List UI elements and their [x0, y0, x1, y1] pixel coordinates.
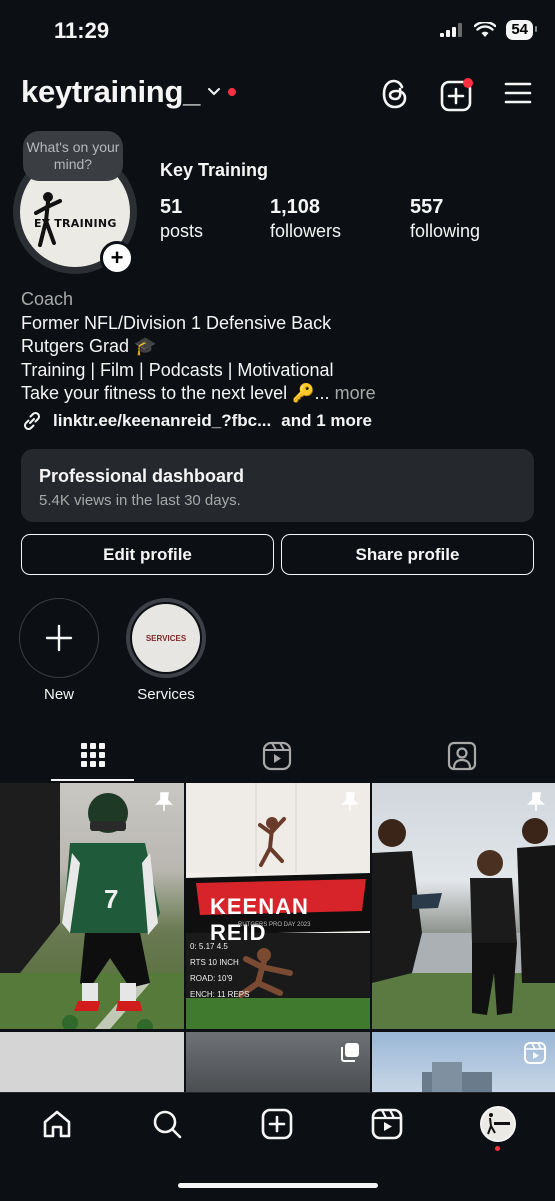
avatar-logo-text: EY TRAINING [34, 217, 117, 230]
followers-label: followers [270, 221, 342, 241]
post-thumbnail[interactable]: 0: 5.17 4.5 RTS 10 INCH ROAD: 10'9 ENCH:… [186, 783, 370, 1029]
threads-icon[interactable] [380, 78, 410, 110]
reels-nav-icon[interactable] [371, 1108, 403, 1140]
posts-count: 51 [160, 196, 183, 218]
reels-icon [524, 1042, 546, 1064]
create-post-button[interactable] [440, 78, 474, 112]
plus-icon [45, 624, 73, 652]
username: keytraining_ [21, 74, 201, 109]
profile-tabs [0, 738, 555, 782]
pin-icon [527, 792, 545, 811]
username-switcher[interactable]: keytraining_ [21, 74, 237, 110]
avatar-image [487, 1113, 510, 1135]
professional-dashboard[interactable]: Professional dashboard 5.4K views in the… [21, 449, 534, 522]
tagged-icon[interactable] [447, 741, 477, 771]
post-image: 7 [0, 783, 184, 1029]
dashboard-title: Professional dashboard [39, 466, 245, 486]
bio-line: Training | Film | Podcasts | Motivationa… [21, 359, 334, 380]
highlight-new[interactable]: New [17, 598, 101, 703]
reels-icon[interactable] [262, 741, 292, 771]
services-cover: SERVICES [132, 604, 200, 672]
following-count: 557 [410, 196, 444, 218]
battery-indicator: 54 [506, 20, 537, 40]
home-icon[interactable] [41, 1108, 73, 1140]
following-stat[interactable]: 557 following [410, 196, 480, 242]
post-thumbnail[interactable] [0, 1032, 184, 1092]
bio-category: Coach [21, 289, 74, 309]
bio: Coach Former NFL/Division 1 Defensive Ba… [21, 288, 541, 406]
create-icon[interactable] [261, 1108, 293, 1140]
edit-profile-button[interactable]: Edit profile [21, 534, 274, 575]
post-thumbnail[interactable] [372, 783, 555, 1029]
plus-square-icon [440, 78, 473, 112]
highlight-label: New [43, 686, 74, 703]
post-thumbnail[interactable] [372, 1032, 555, 1092]
share-profile-button[interactable]: Share profile [281, 534, 534, 575]
new-highlight-circle [19, 598, 99, 678]
followers-stat[interactable]: 1,108 followers [270, 196, 341, 242]
services-highlight-circle: SERVICES [126, 598, 206, 678]
menu-icon[interactable] [504, 82, 532, 104]
post-thumbnail[interactable]: 7 [0, 783, 184, 1029]
notification-dot [228, 88, 237, 96]
svg-text:ENCH: 11 REPS: ENCH: 11 REPS [190, 990, 249, 999]
jersey-number: 7 [104, 884, 118, 914]
pin-icon [341, 792, 359, 811]
bio-more-link[interactable]: more [335, 383, 376, 403]
svg-text:RTS 10 INCH: RTS 10 INCH [190, 958, 239, 967]
bio-line: Take your fitness to the next level 🔑... [21, 383, 330, 403]
link-extra: and 1 more [281, 411, 372, 430]
status-time: 11:29 [54, 18, 110, 43]
post-graphic-subtitle: RUTGERS PRO DAY 2023 [238, 922, 311, 928]
posts-stat[interactable]: 51 posts [160, 196, 203, 242]
svg-text:ROAD: 10'9: ROAD: 10'9 [190, 974, 233, 983]
search-icon[interactable] [151, 1108, 183, 1140]
highlight-services[interactable]: SERVICES Services [124, 598, 208, 703]
bio-link[interactable]: linktr.ee/keenanreid_?fbc... and 1 more [21, 410, 372, 432]
profile-nav-avatar[interactable] [480, 1106, 516, 1142]
pin-icon [155, 792, 173, 811]
display-name: Key Training [160, 160, 269, 180]
link-url: linktr.ee/keenanreid_?fbc... [53, 411, 272, 430]
link-icon [23, 411, 41, 431]
following-label: following [410, 221, 481, 241]
dashboard-subtitle: 5.4K views in the last 30 days. [39, 492, 241, 509]
followers-count: 1,108 [270, 196, 321, 218]
post-thumbnail[interactable] [186, 1032, 370, 1092]
post-graphic-title: KEENAN REID [210, 894, 309, 945]
post-image [372, 818, 555, 1029]
grid-icon[interactable] [80, 742, 106, 768]
add-story-button[interactable]: + [100, 241, 134, 275]
active-tab-indicator [51, 779, 134, 781]
wifi-icon [474, 22, 497, 37]
status-icons: 54 [440, 20, 537, 40]
chevron-down-icon [208, 88, 221, 96]
home-indicator[interactable] [178, 1183, 378, 1188]
highlight-label: Services [137, 686, 195, 703]
profile-notification-dot [495, 1146, 500, 1151]
bio-line: Rutgers Grad 🎓 [21, 336, 157, 356]
posts-label: posts [160, 221, 204, 241]
carousel-icon [341, 1043, 359, 1062]
note-bubble[interactable]: What's on your mind? [23, 131, 123, 181]
signal-icon [440, 23, 463, 37]
bio-line: Former NFL/Division 1 Defensive Back [21, 312, 332, 333]
